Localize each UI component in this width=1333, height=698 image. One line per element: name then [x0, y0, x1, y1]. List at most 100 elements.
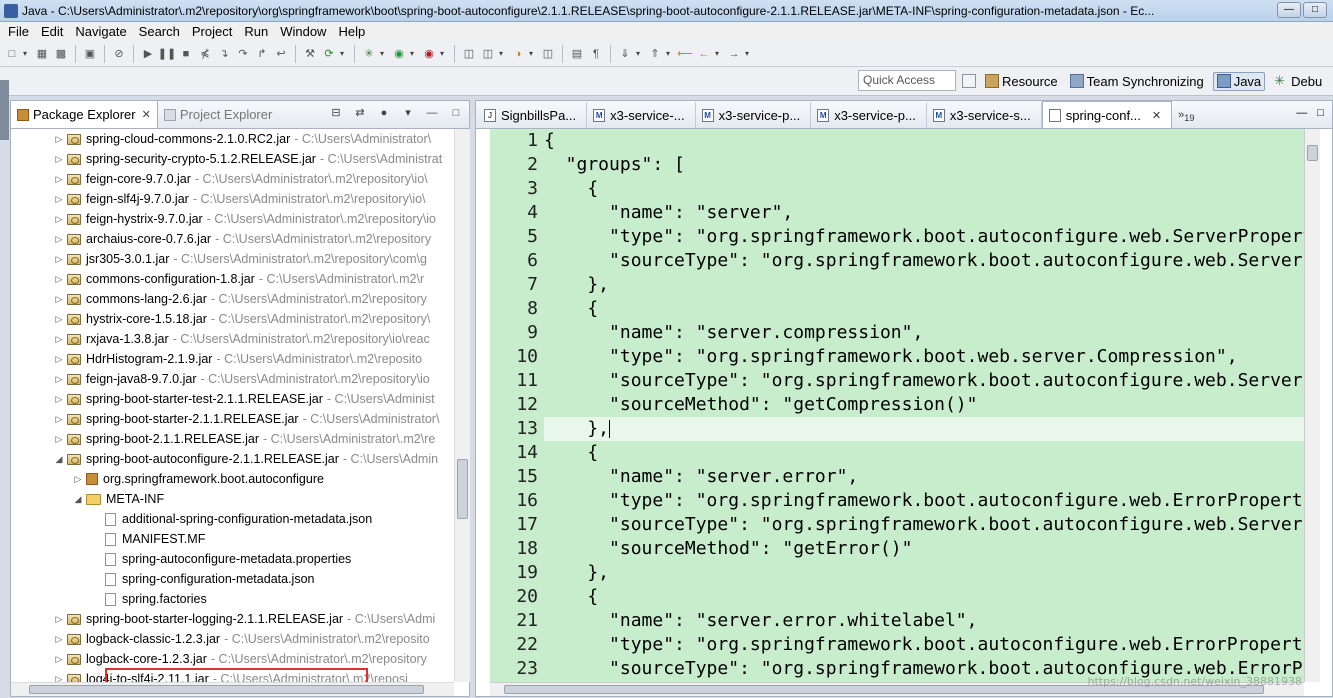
maximize-view-icon[interactable]: □	[449, 106, 463, 120]
new-package-dropdown-icon[interactable]: ▾	[499, 49, 507, 58]
tab-project-explorer[interactable]: Project Explorer	[158, 101, 278, 128]
tree-item[interactable]: ▷ spring-boot-2.1.1.RELEASE.jar - C:\Users…	[11, 429, 454, 449]
collapsed-arrow-icon[interactable]: ▷	[53, 174, 65, 185]
perspective-java[interactable]: Java	[1212, 71, 1266, 91]
tree-item[interactable]: ◢ META-INF	[11, 489, 454, 509]
resume-icon[interactable]: ▶	[140, 46, 156, 62]
collapsed-arrow-icon[interactable]: ▷	[53, 674, 65, 683]
collapsed-arrow-icon[interactable]: ▷	[72, 474, 84, 485]
next-annotation-icon[interactable]: ⇓	[617, 46, 633, 62]
step-return-icon[interactable]: ↱	[254, 46, 270, 62]
quick-access-input[interactable]: Quick Access	[858, 70, 956, 91]
code-line[interactable]: {	[544, 129, 1304, 153]
editor-tab[interactable]: J SignbillsPa...	[478, 102, 588, 128]
menu-navigate[interactable]: Navigate	[69, 24, 132, 39]
editor-tab[interactable]: Mx3-service-s...	[927, 102, 1042, 128]
collapsed-arrow-icon[interactable]: ▷	[53, 414, 65, 425]
previous-annotation-dropdown-icon[interactable]: ▾	[666, 49, 674, 58]
code-editor[interactable]: 1 2 3 4 5 6 7 8 9 10 11 12 13 14 15 16 17 18 19 20 21 22 23 { …	[490, 129, 1304, 682]
code-line[interactable]: "name": "server",	[544, 201, 1304, 225]
save-all-icon[interactable]: ▩	[53, 46, 69, 62]
collapsed-arrow-icon[interactable]: ▷	[53, 394, 65, 405]
last-edit-location-icon[interactable]: ⟵	[677, 46, 693, 62]
tree-item[interactable]: additional-spring-configuration-metadata…	[11, 509, 454, 529]
maximize-editor-icon[interactable]: □	[1317, 107, 1324, 119]
tree-item[interactable]: MANIFEST.MF	[11, 529, 454, 549]
code-line[interactable]: "sourceMethod": "getCompression()"	[544, 393, 1304, 417]
collapsed-arrow-icon[interactable]: ▷	[53, 354, 65, 365]
editor-tab[interactable]: spring-conf... ✕	[1041, 101, 1173, 128]
collapsed-arrow-icon[interactable]: ▷	[53, 374, 65, 385]
editor-vertical-scrollbar[interactable]	[1304, 129, 1320, 682]
run-dropdown-icon[interactable]: ▾	[410, 49, 418, 58]
editor-vscroll-thumb[interactable]	[1307, 145, 1318, 161]
tree-item[interactable]: spring-configuration-metadata.json	[11, 569, 454, 589]
tree-item[interactable]: ▷ spring-security-crypto-5.1.2.RELEASE.ja…	[11, 149, 454, 169]
code-line[interactable]: "sourceMethod": "getError()"	[544, 537, 1304, 561]
forward-dropdown-icon[interactable]: ▾	[745, 49, 753, 58]
collapsed-arrow-icon[interactable]: ▷	[53, 654, 65, 665]
tree-item[interactable]: ▷ spring-boot-starter-test-2.1.1.RELEASE.…	[11, 389, 454, 409]
tree-vertical-scrollbar[interactable]	[454, 129, 470, 682]
code-line[interactable]: "groups": [	[544, 153, 1304, 177]
open-type-dropdown-icon[interactable]: ▾	[529, 49, 537, 58]
tree-item[interactable]: ▷ commons-configuration-1.8.jar - C:\Users…	[11, 269, 454, 289]
save-icon[interactable]: ▦	[34, 46, 50, 62]
back-icon[interactable]: ←	[696, 46, 712, 62]
menu-project[interactable]: Project	[186, 24, 238, 39]
editor-tab[interactable]: Mx3-service-p...	[811, 102, 927, 128]
tree-item[interactable]: ▷ logback-core-1.2.3.jar - C:\Users\Admini…	[11, 649, 454, 669]
tree-item[interactable]: ▷ rxjava-1.3.8.jar - C:\Users\Administrato…	[11, 329, 454, 349]
step-over-icon[interactable]: ↷	[235, 46, 251, 62]
code-line[interactable]: "type": "org.springframework.boot.autoco…	[544, 489, 1304, 513]
link-with-editor-icon[interactable]: ⇄	[353, 106, 367, 120]
collapsed-arrow-icon[interactable]: ▷	[53, 274, 65, 285]
code-line[interactable]: },	[544, 273, 1304, 297]
collapsed-arrow-icon[interactable]: ▷	[53, 214, 65, 225]
terminal-icon[interactable]: ▣	[82, 46, 98, 62]
code-line[interactable]: "type": "org.springframework.boot.web.se…	[544, 345, 1304, 369]
code-line[interactable]: "sourceType": "org.springframework.boot.…	[544, 369, 1304, 393]
toggle-mark-occurrences-icon[interactable]: ▤	[569, 46, 585, 62]
new-java-project-icon[interactable]: ◫	[461, 46, 477, 62]
debug-dropdown-icon[interactable]: ▾	[380, 49, 388, 58]
build-icon[interactable]: ⚒	[302, 46, 318, 62]
minimize-view-icon[interactable]: —	[425, 106, 439, 120]
new-dropdown-icon[interactable]: ▾	[23, 49, 31, 58]
tree-item[interactable]: ▷ logback-classic-1.2.3.jar - C:\Users\Adm…	[11, 629, 454, 649]
external-tools-dropdown-icon[interactable]: ▾	[440, 49, 448, 58]
perspective-team-synchronizing[interactable]: Team Synchronizing	[1067, 73, 1207, 90]
suspend-icon[interactable]: ❚❚	[158, 46, 176, 62]
collapsed-arrow-icon[interactable]: ▷	[53, 254, 65, 265]
open-type-icon[interactable]: ◑	[510, 46, 526, 62]
close-icon[interactable]: ✕	[142, 108, 151, 121]
tree-item[interactable]: ▷ feign-core-9.7.0.jar - C:\Users\Administ…	[11, 169, 454, 189]
tree-item[interactable]: ▷ archaius-core-0.7.6.jar - C:\Users\Admin…	[11, 229, 454, 249]
tree-item[interactable]: ▷ commons-lang-2.6.jar - C:\Users\Administ…	[11, 289, 454, 309]
view-menu-icon[interactable]: ▾	[401, 106, 415, 120]
tree-item[interactable]: ▷ jsr305-3.0.1.jar - C:\Users\Administrato…	[11, 249, 454, 269]
menu-run[interactable]: Run	[238, 24, 274, 39]
tree-item[interactable]: ▷ feign-slf4j-9.7.0.jar - C:\Users\Adminis…	[11, 189, 454, 209]
previous-annotation-icon[interactable]: ⇑	[647, 46, 663, 62]
tree-hscroll-thumb[interactable]	[29, 685, 424, 694]
debug-icon[interactable]: ✳	[361, 46, 377, 62]
skip-breakpoints-icon[interactable]: ⊘	[111, 46, 127, 62]
code-line[interactable]: },	[544, 561, 1304, 585]
code-line[interactable]: "sourceType": "org.springframework.boot.…	[544, 513, 1304, 537]
refresh-dropdown-icon[interactable]: ▾	[340, 49, 348, 58]
collapsed-arrow-icon[interactable]: ▷	[53, 614, 65, 625]
tree-item[interactable]: ▷ HdrHistogram-2.1.9.jar - C:\Users\Admini…	[11, 349, 454, 369]
code-line[interactable]: {	[544, 585, 1304, 609]
collapse-all-icon[interactable]: ⊟	[329, 106, 343, 120]
collapsed-arrow-icon[interactable]: ▷	[53, 294, 65, 305]
tree-item[interactable]: ▷ org.springframework.boot.autoconfigure	[11, 469, 454, 489]
tree-item[interactable]: ▷ feign-java8-9.7.0.jar - C:\Users\Adminis…	[11, 369, 454, 389]
code-line[interactable]: },	[544, 417, 1304, 441]
menu-file[interactable]: File	[2, 24, 35, 39]
perspective-resource[interactable]: Resource	[982, 73, 1061, 90]
code-line[interactable]: {	[544, 177, 1304, 201]
tree-vscroll-thumb[interactable]	[457, 459, 468, 519]
back-dropdown-icon[interactable]: ▾	[715, 49, 723, 58]
menu-edit[interactable]: Edit	[35, 24, 69, 39]
